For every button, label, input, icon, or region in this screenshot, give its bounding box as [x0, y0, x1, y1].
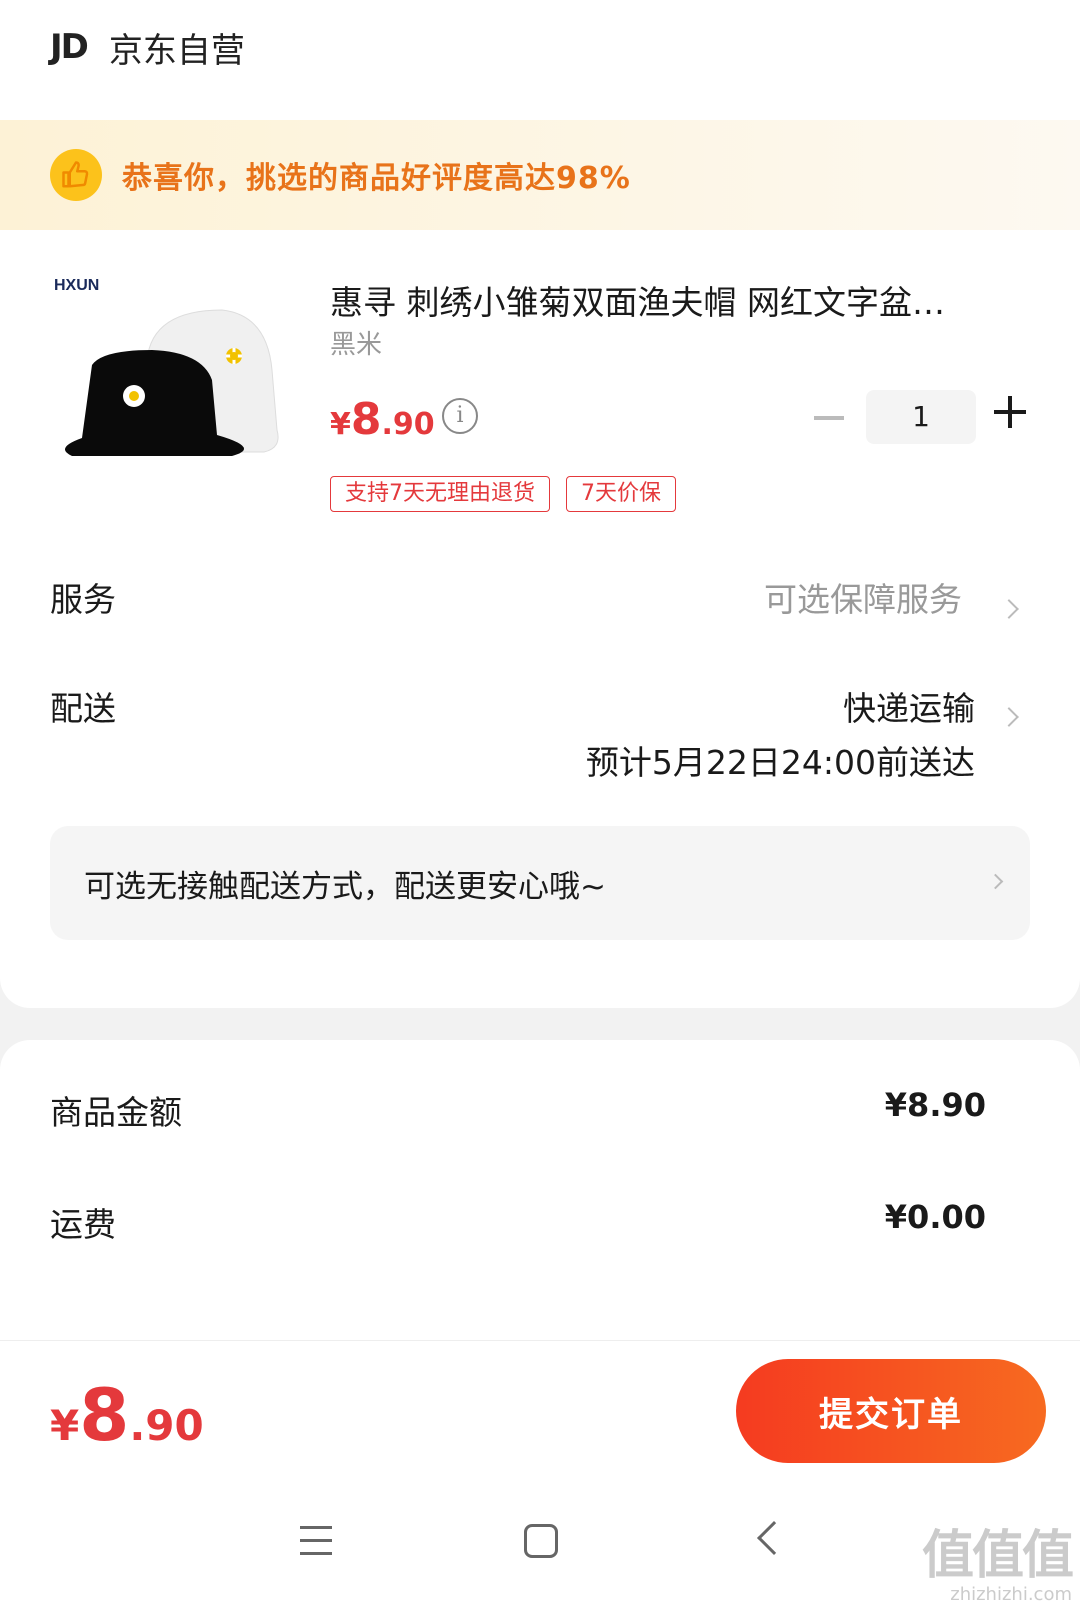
chevron-right-icon [987, 873, 1004, 890]
service-tags: 支持7天无理由退货 7天价保 [330, 476, 676, 512]
chevron-right-icon [999, 707, 1019, 727]
shop-header[interactable]: JD 京东自营 [50, 22, 245, 72]
checkout-bar: ¥ 8 .90 提交订单 [0, 1340, 1080, 1478]
brand-logo: HXUN [54, 277, 99, 294]
tag-7day-return: 支持7天无理由退货 [330, 476, 550, 512]
product-title[interactable]: 惠寻 刺绣小雏菊双面渔夫帽 网红文字盆… [330, 276, 1010, 324]
quantity-increase-button[interactable] [994, 396, 1026, 428]
total-decimal: .90 [129, 1401, 204, 1450]
delivery-eta: 预计5月22日24:00前送达 [585, 743, 975, 782]
jd-logo: JD [50, 27, 89, 67]
order-card: JD 京东自营 恭喜你，挑选的商品好评度高达98% HXUN 惠寻 刺绣小雏菊双… [0, 0, 1080, 1008]
shipping-value: ¥0.00 [884, 1198, 986, 1236]
service-value: 可选保障服务 [764, 580, 962, 619]
delivery-method: 快递运输 [843, 689, 975, 728]
quantity-decrease-button[interactable] [814, 416, 844, 420]
service-label: 服务 [50, 580, 116, 619]
price-currency: ¥ [330, 407, 351, 442]
recent-apps-icon[interactable] [300, 1526, 332, 1556]
total-integer: 8 [79, 1373, 130, 1457]
home-icon[interactable] [524, 1524, 558, 1558]
rating-banner: 恭喜你，挑选的商品好评度高达98% [0, 120, 1080, 230]
price-decimal: .90 [381, 407, 435, 442]
thumbs-up-icon [50, 149, 102, 201]
price-integer: 8 [350, 394, 382, 445]
chevron-right-icon [999, 599, 1019, 619]
product-variant: 黑米 [330, 330, 383, 360]
submit-order-button[interactable]: 提交订单 [736, 1359, 1046, 1463]
back-icon[interactable] [757, 1521, 791, 1555]
price-summary: 商品金额 ¥8.90 运费 ¥0.00 [0, 1040, 1080, 1340]
contactless-delivery-option[interactable]: 可选无接触配送方式，配送更安心哦~ [50, 826, 1030, 940]
product-image[interactable]: HXUN [52, 270, 302, 480]
price-info-icon[interactable]: i [442, 398, 478, 434]
delivery-label: 配送 [50, 689, 116, 728]
product-price: ¥ 8 .90 [330, 394, 435, 445]
shop-name: 京东自营 [108, 30, 245, 71]
tag-price-protect: 7天价保 [566, 476, 676, 512]
goods-amount-value: ¥8.90 [884, 1086, 986, 1124]
goods-amount-label: 商品金额 [50, 1093, 182, 1132]
shipping-label: 运费 [50, 1205, 116, 1244]
total-currency: ¥ [50, 1401, 80, 1450]
total-price: ¥ 8 .90 [50, 1373, 204, 1457]
watermark-logo: 值值值 [921, 1526, 1074, 1586]
system-nav-bar [0, 1478, 1080, 1608]
watermark-url: zhizhizhi.com [950, 1584, 1072, 1605]
contactless-text: 可选无接触配送方式，配送更安心哦~ [84, 868, 606, 905]
banner-text: 恭喜你，挑选的商品好评度高达98% [122, 161, 631, 196]
quantity-value[interactable]: 1 [866, 390, 976, 444]
